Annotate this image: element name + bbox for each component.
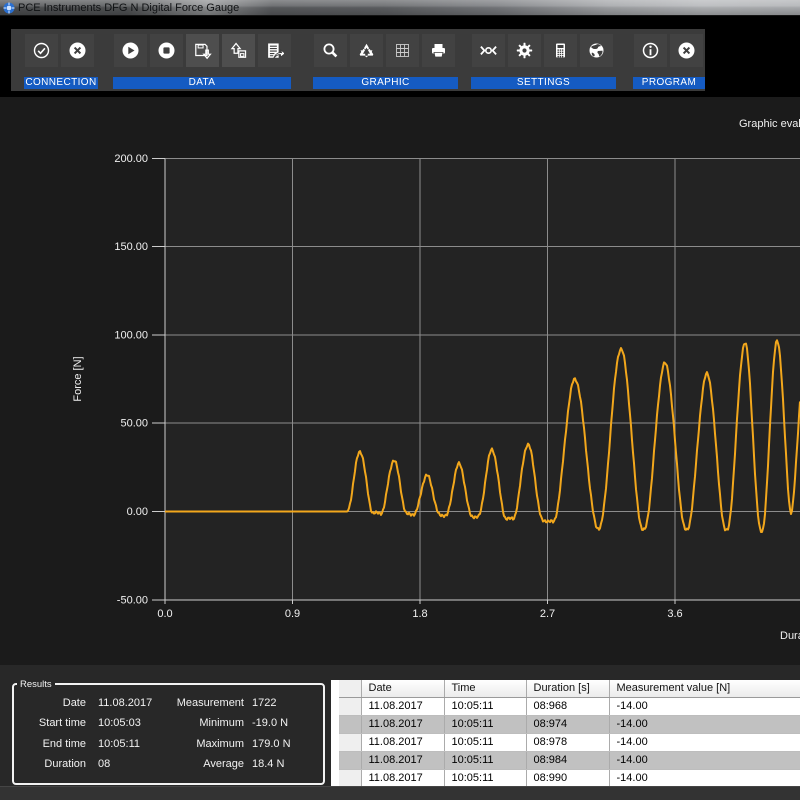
svg-text:2.7: 2.7	[540, 608, 555, 620]
svg-text:1.8: 1.8	[412, 608, 427, 620]
svg-text:50.00: 50.00	[120, 418, 148, 430]
svg-text:0.0: 0.0	[157, 608, 172, 620]
svg-text:100.00: 100.00	[114, 329, 148, 341]
svg-text:Duration [s]: Duration [s]	[780, 630, 800, 642]
svg-text:3.6: 3.6	[667, 608, 682, 620]
svg-text:200.00: 200.00	[114, 153, 148, 165]
svg-text:0.9: 0.9	[285, 608, 300, 620]
svg-text:-50.00: -50.00	[117, 594, 148, 606]
svg-text:0.00: 0.00	[127, 506, 148, 518]
svg-text:Force [N]: Force [N]	[72, 356, 84, 401]
svg-text:150.00: 150.00	[114, 241, 148, 253]
svg-text:Graphic evaluation: Graphic evaluation	[739, 118, 800, 130]
